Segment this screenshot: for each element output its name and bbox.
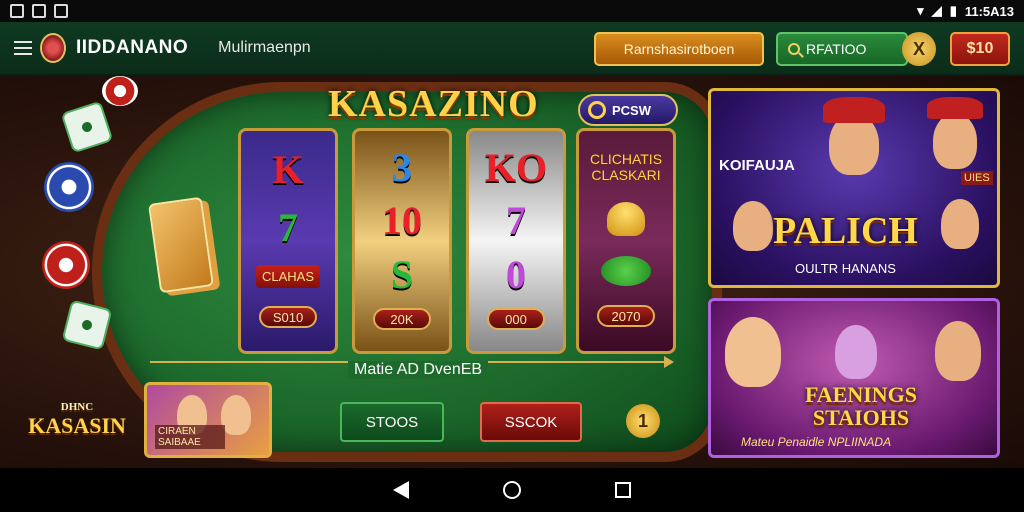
reel-symbol-bottom: S [390,251,414,297]
navigation-bar [0,468,1024,512]
promo-subtitle: Mateu Penaidle NPLIINADA [741,435,892,449]
slot-reel-1[interactable]: K 7 CLAHAS S010 [238,128,338,354]
balance-button[interactable]: $10 [950,32,1010,66]
leaf-icon [601,255,651,286]
reel-symbol-top: 3 [392,144,412,190]
red-poker-chip-icon [42,241,90,289]
character-avatar [933,113,977,169]
character-avatar [733,201,773,251]
game-thumbnail-card[interactable]: CIRAEN SAIBAAE [144,382,272,458]
reel-value: 000 [487,308,545,331]
bell-icon [607,202,645,237]
recent-apps-icon[interactable] [615,482,631,498]
status-bar: ▾ ◢ ▮ 11:5A13 [0,0,1024,22]
character-avatar [221,395,251,435]
screen: ▾ ◢ ▮ 11:5A13 IIDDANANO Mulirmaenpn Rarn… [0,0,1024,512]
slot-reel-3[interactable]: KO 7 0 000 [466,128,566,354]
reel-symbol-bottom: CLAHAS [255,265,321,289]
payline-label: Matie AD DvenEB [348,361,489,379]
wifi-icon: ▾ [917,3,924,18]
promo-tag-right: UIES [961,171,993,185]
reel-symbol-top: CLICHATIS CLASKARI [589,150,663,183]
ring-icon [588,101,606,119]
game-title: KASAZINO [328,83,539,125]
brand-logo-icon [40,33,66,63]
reel-symbol-mid: 7 [506,198,526,244]
blue-poker-chip-icon [44,162,94,212]
promo-card-1[interactable]: KOIFAUJA UIES PALICH OULTR HANANS [708,88,1000,288]
promo-title: FAENINGS STAIOHS [804,382,918,431]
promo-subtitle: OULTR HANANS [795,261,896,276]
promo-card-2[interactable]: FAENINGS STAIOHS Mateu Penaidle NPLIINAD… [708,298,1000,458]
kasasin-logo: DHNC KASASIN [22,394,132,446]
mini-badge-label: PCSW [612,102,651,118]
reel-symbol-mid: 10 [382,198,422,244]
reel-value: 20K [373,308,431,331]
promo-button[interactable]: Rarnshasirotboen [594,32,764,66]
reel-symbol-mid: 7 [278,204,298,250]
poker-chip-icon [102,76,138,106]
character-avatar [935,321,981,381]
character-avatar [725,317,781,387]
notification-icon [10,4,24,18]
game-area: KASAZINO PCSW K 7 CLAHAS S010 3 10 S 20K… [0,76,1024,468]
battery-icon: ▮ [949,3,957,18]
nav-link[interactable]: Mulirmaenpn [218,39,310,57]
hamburger-menu-icon[interactable] [14,41,32,55]
search-icon [788,43,800,55]
brand-name: IIDDANANO [76,37,189,58]
reel-value: S010 [259,306,317,329]
home-icon[interactable] [503,481,521,499]
slot-reel-2[interactable]: 3 10 S 20K [352,128,452,354]
character-avatar [941,199,979,249]
stop-button[interactable]: STOOS [340,402,444,442]
mini-badge-button[interactable]: PCSW [578,94,678,126]
logo-main-text: KASASIN [28,413,126,438]
app-notification-icon [32,4,46,18]
spin-button[interactable]: SSCOK [480,402,582,442]
reel-value: 2070 [597,305,655,328]
download-icon [54,4,68,18]
app-header: IIDDANANO Mulirmaenpn Rarnshasirotboen R… [0,22,1024,76]
slot-reel-4[interactable]: CLICHATIS CLASKARI 2070 [576,128,676,354]
search-button[interactable]: RFATIOO [776,32,908,66]
search-label: RFATIOO [806,41,867,57]
promo-tag-left: KOIFAUJA [719,157,795,174]
promo-title: PALICH [773,210,918,252]
reel-symbol-top: K [272,146,304,192]
logo-top-text: DHNC [60,401,94,413]
character-avatar [835,325,877,379]
coin-button[interactable]: 1 [626,404,660,438]
back-icon[interactable] [393,481,409,499]
red-hat-icon [927,97,983,119]
signal-icon: ◢ [931,3,942,18]
status-left-icons [10,4,68,18]
clock: 11:5A13 [964,3,1014,19]
dice-icon [60,100,114,154]
thumbnail-label: CIRAEN SAIBAAE [155,425,225,449]
red-hat-icon [823,97,885,123]
status-right: ▾ ◢ ▮ 11:5A13 [917,3,1014,19]
reel-symbol-top: KO [484,144,548,190]
close-coin-button[interactable]: X [902,32,936,66]
reel-symbol-bottom: 0 [506,251,526,297]
